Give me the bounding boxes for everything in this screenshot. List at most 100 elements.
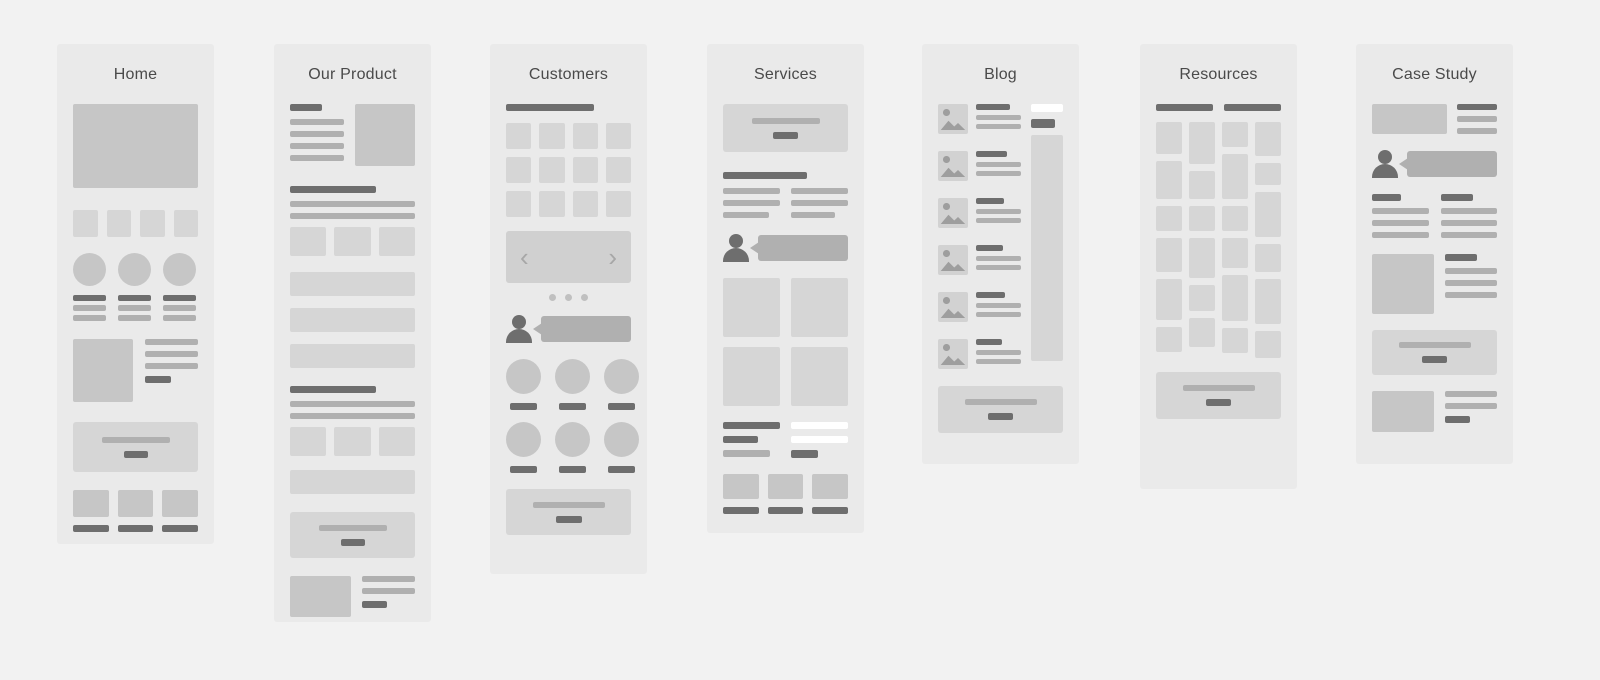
icon-tile[interactable] bbox=[73, 210, 98, 237]
product-card[interactable] bbox=[378, 227, 415, 256]
article-item[interactable] bbox=[938, 245, 1021, 275]
footer-card[interactable] bbox=[723, 474, 759, 514]
resource-card[interactable] bbox=[1222, 238, 1248, 268]
logo-tile[interactable] bbox=[572, 157, 598, 183]
resource-card[interactable] bbox=[1156, 327, 1182, 352]
resource-card[interactable] bbox=[1222, 206, 1248, 231]
resource-card[interactable] bbox=[1156, 161, 1182, 199]
cta-band[interactable] bbox=[1372, 330, 1497, 375]
form-input-field[interactable] bbox=[791, 422, 848, 429]
article-item[interactable] bbox=[938, 198, 1021, 228]
logo-tile[interactable] bbox=[539, 157, 565, 183]
logo-tile[interactable] bbox=[506, 157, 532, 183]
article-item[interactable] bbox=[938, 292, 1021, 322]
icon-tile[interactable] bbox=[106, 210, 131, 237]
resource-card[interactable] bbox=[1156, 206, 1182, 231]
resource-card[interactable] bbox=[1255, 244, 1281, 272]
team-member[interactable] bbox=[604, 359, 639, 410]
resource-card[interactable] bbox=[1222, 328, 1248, 353]
cta-band[interactable] bbox=[73, 422, 198, 472]
article-item[interactable] bbox=[938, 339, 1021, 369]
logo-tile[interactable] bbox=[605, 123, 631, 149]
service-image[interactable] bbox=[723, 278, 780, 337]
icon-tile[interactable] bbox=[140, 210, 165, 237]
resource-card[interactable] bbox=[1222, 122, 1248, 147]
inline-button[interactable] bbox=[362, 601, 387, 608]
resource-card[interactable] bbox=[1156, 279, 1182, 320]
resource-card[interactable] bbox=[1255, 122, 1281, 156]
logo-tile[interactable] bbox=[605, 191, 631, 217]
footer-card[interactable] bbox=[767, 474, 804, 514]
carousel-dot[interactable] bbox=[549, 294, 556, 301]
resource-card[interactable] bbox=[1255, 192, 1281, 237]
logo-tile[interactable] bbox=[506, 191, 532, 217]
footer-card[interactable] bbox=[812, 474, 849, 514]
footer-card[interactable] bbox=[73, 490, 109, 532]
cta-button[interactable] bbox=[340, 538, 365, 546]
resource-card[interactable] bbox=[1189, 171, 1215, 199]
icon-tile[interactable] bbox=[173, 210, 198, 237]
carousel-dot[interactable] bbox=[581, 294, 588, 301]
resource-card[interactable] bbox=[1189, 318, 1215, 347]
cta-button[interactable] bbox=[123, 450, 148, 458]
team-member[interactable] bbox=[555, 359, 590, 410]
resource-card[interactable] bbox=[1156, 238, 1182, 272]
footer-card[interactable] bbox=[117, 490, 154, 532]
resource-card[interactable] bbox=[1255, 331, 1281, 358]
cta-band[interactable] bbox=[938, 386, 1063, 433]
team-member[interactable] bbox=[604, 422, 639, 473]
search-input[interactable] bbox=[1031, 104, 1063, 112]
logo-tile[interactable] bbox=[539, 191, 565, 217]
contact-form[interactable] bbox=[723, 422, 848, 458]
cta-band[interactable] bbox=[290, 512, 415, 558]
cta-button[interactable] bbox=[988, 413, 1013, 420]
resource-card[interactable] bbox=[1222, 275, 1248, 321]
product-card[interactable] bbox=[290, 427, 327, 456]
search-button[interactable] bbox=[1031, 119, 1055, 128]
form-input-field[interactable] bbox=[791, 436, 848, 443]
panel-resources[interactable]: Resources bbox=[1140, 44, 1297, 489]
logo-tile[interactable] bbox=[539, 123, 565, 149]
article-item[interactable] bbox=[938, 104, 1021, 134]
carousel-prev-icon[interactable]: ‹ bbox=[520, 244, 529, 270]
cta-button[interactable] bbox=[1422, 356, 1447, 363]
form-submit-button[interactable] bbox=[791, 450, 819, 458]
panel-blog[interactable]: Blog bbox=[922, 44, 1079, 464]
panel-our-product[interactable]: Our Product bbox=[274, 44, 431, 622]
panel-home[interactable]: Home bbox=[57, 44, 214, 544]
carousel-next-icon[interactable]: › bbox=[608, 244, 617, 270]
resource-card[interactable] bbox=[1156, 122, 1182, 154]
product-card[interactable] bbox=[334, 227, 371, 256]
logo-tile[interactable] bbox=[605, 157, 631, 183]
team-member[interactable] bbox=[506, 422, 541, 473]
resource-card[interactable] bbox=[1189, 238, 1215, 278]
resource-card[interactable] bbox=[1189, 285, 1215, 311]
product-card[interactable] bbox=[378, 427, 415, 456]
resource-card[interactable] bbox=[1189, 122, 1215, 164]
team-member[interactable] bbox=[555, 422, 590, 473]
form-inputs-column[interactable] bbox=[791, 422, 848, 458]
service-image[interactable] bbox=[723, 347, 780, 406]
cta-band[interactable] bbox=[723, 104, 848, 152]
resource-card[interactable] bbox=[1255, 279, 1281, 324]
logo-tile[interactable] bbox=[572, 191, 598, 217]
service-image[interactable] bbox=[791, 347, 848, 406]
cta-band[interactable] bbox=[506, 489, 631, 535]
inline-button[interactable] bbox=[1445, 416, 1470, 423]
product-card[interactable] bbox=[290, 227, 327, 256]
cta-band[interactable] bbox=[1156, 372, 1281, 419]
team-member[interactable] bbox=[506, 359, 541, 410]
customer-carousel[interactable]: ‹ › bbox=[506, 231, 631, 283]
article-item[interactable] bbox=[938, 151, 1021, 181]
logo-tile[interactable] bbox=[572, 123, 598, 149]
resource-card[interactable] bbox=[1189, 206, 1215, 231]
cta-button[interactable] bbox=[773, 131, 798, 139]
logo-tile[interactable] bbox=[506, 123, 532, 149]
cta-button[interactable] bbox=[555, 515, 582, 523]
panel-services[interactable]: Services bbox=[707, 44, 864, 533]
service-image[interactable] bbox=[791, 278, 848, 337]
resource-card[interactable] bbox=[1222, 154, 1248, 199]
panel-case-study[interactable]: Case Study bbox=[1356, 44, 1513, 464]
footer-card[interactable] bbox=[162, 490, 199, 532]
inline-button[interactable] bbox=[145, 376, 171, 383]
